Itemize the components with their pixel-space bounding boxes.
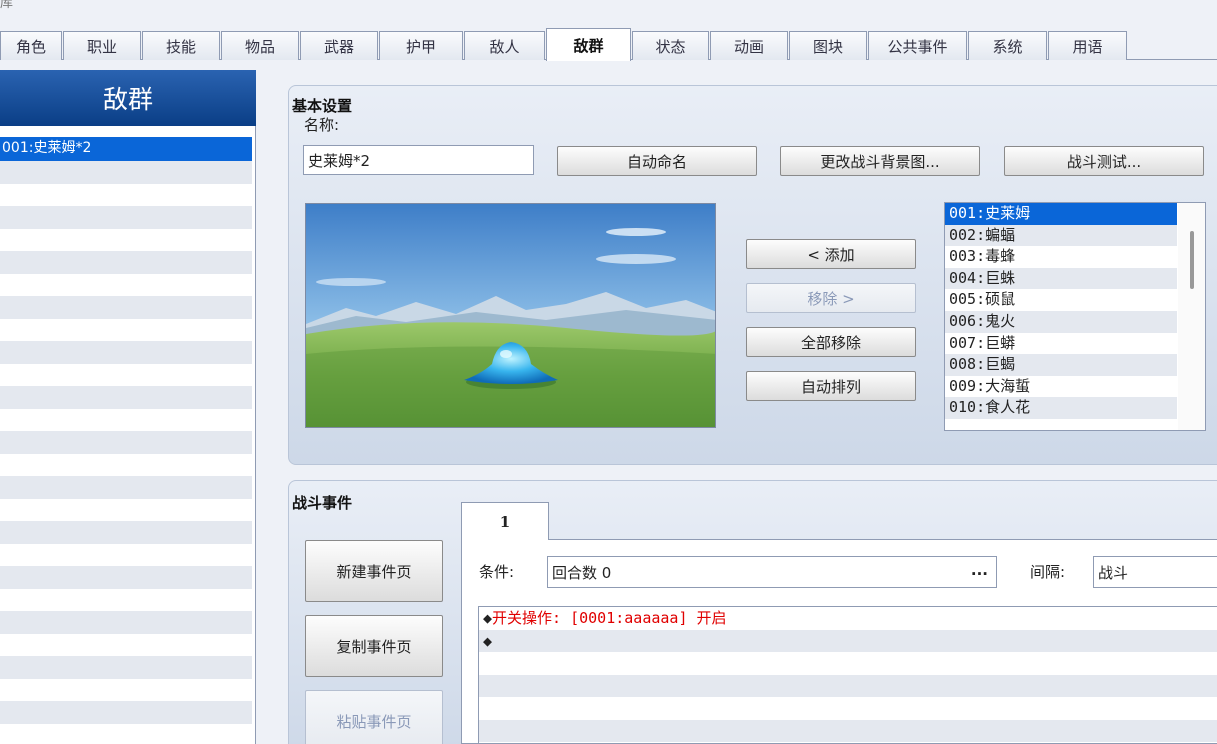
- troop-list-item[interactable]: [0, 408, 252, 431]
- span-select[interactable]: 战斗: [1093, 556, 1217, 588]
- event-command-row[interactable]: [479, 674, 1217, 697]
- troop-list-item[interactable]: [0, 723, 252, 744]
- troop-list-item[interactable]: 001:史莱姆*2: [0, 137, 252, 161]
- window-title: 库: [0, 0, 14, 11]
- event-command-row[interactable]: [479, 697, 1217, 720]
- troop-list-item[interactable]: [0, 566, 252, 589]
- enemy-list-item[interactable]: 007:巨蟒: [945, 332, 1177, 355]
- database-tabbar: 角色 职业 技能 物品 武器 护甲 敌人 敌群 状态 动画 图块 公共事件 系统 用语: [0, 28, 1217, 61]
- remove-enemy-button[interactable]: 移除 >: [746, 283, 916, 313]
- command-bullet: ◆: [483, 609, 493, 627]
- troop-list-item[interactable]: [0, 633, 252, 656]
- enemy-list-item[interactable]: 002:蝙蝠: [945, 224, 1177, 247]
- troop-list-item[interactable]: [0, 273, 252, 296]
- name-label: 名称:: [304, 116, 340, 134]
- troop-list-item[interactable]: [0, 476, 252, 499]
- troop-list-item[interactable]: [0, 318, 252, 341]
- troop-list-item[interactable]: [0, 701, 252, 724]
- copy-event-page-button[interactable]: 复制事件页: [305, 615, 443, 677]
- tab-13[interactable]: 用语: [1048, 31, 1127, 60]
- troop-list-panel: 敌群 001:史莱姆*2: [0, 70, 256, 744]
- enemy-list-item[interactable]: 003:毒蜂: [945, 246, 1177, 268]
- condition-more-button[interactable]: ...: [971, 561, 988, 579]
- troop-list-item[interactable]: [0, 678, 252, 701]
- tab-1[interactable]: 职业: [63, 31, 141, 60]
- troop-list-item[interactable]: [0, 386, 252, 409]
- troop-list-item[interactable]: [0, 521, 252, 544]
- battle-test-button[interactable]: 战斗测试...: [1004, 146, 1204, 176]
- condition-field[interactable]: 回合数 0 ...: [547, 556, 997, 588]
- tab-9[interactable]: 动画: [710, 31, 788, 60]
- enemy-list-scrollbar[interactable]: [1178, 203, 1205, 430]
- tab-0[interactable]: 角色: [0, 31, 62, 60]
- tab-2[interactable]: 技能: [142, 31, 220, 60]
- enemy-list-item[interactable]: 005:硕鼠: [945, 289, 1177, 311]
- auto-name-button[interactable]: 自动命名: [557, 146, 757, 176]
- troop-list-item[interactable]: [0, 161, 252, 184]
- troop-list-item[interactable]: [0, 363, 252, 386]
- troop-list-item[interactable]: [0, 251, 252, 274]
- remove-all-button[interactable]: 全部移除: [746, 327, 916, 357]
- tab-12[interactable]: 系统: [968, 31, 1047, 60]
- troop-list-item[interactable]: [0, 206, 252, 229]
- troop-list-item[interactable]: [0, 588, 252, 611]
- tab-11[interactable]: 公共事件: [868, 31, 967, 60]
- troop-list-item[interactable]: [0, 611, 252, 634]
- troop-list-item[interactable]: [0, 183, 252, 206]
- event-command-list[interactable]: ◆开关操作: [0001:aaaaaa] 开启 ◆: [478, 606, 1217, 744]
- new-event-page-button[interactable]: 新建事件页: [305, 540, 443, 602]
- enemy-list-item[interactable]: 010:食人花: [945, 397, 1177, 419]
- tab-3[interactable]: 物品: [221, 31, 299, 60]
- troop-list-item[interactable]: [0, 341, 252, 364]
- troop-list-item[interactable]: [0, 498, 252, 521]
- tab-5[interactable]: 护甲: [379, 31, 463, 60]
- event-command-row[interactable]: ◆: [479, 629, 1217, 652]
- troop-list-item[interactable]: [0, 296, 252, 319]
- add-enemy-button[interactable]: < 添加: [746, 239, 916, 269]
- command-bullet: ◆: [483, 631, 493, 650]
- event-command-row[interactable]: ◆开关操作: [0001:aaaaaa] 开启: [479, 607, 1217, 630]
- enemy-list-scroll-thumb[interactable]: [1190, 231, 1194, 289]
- troop-list-item[interactable]: [0, 228, 252, 251]
- tab-6[interactable]: 敌人: [464, 31, 545, 60]
- tab-4[interactable]: 武器: [300, 31, 378, 60]
- enemy-list-item[interactable]: 004:巨蛛: [945, 267, 1177, 290]
- event-page-tab-1[interactable]: 1: [461, 502, 549, 540]
- change-battleback-button[interactable]: 更改战斗背景图...: [780, 146, 980, 176]
- troop-list-item[interactable]: [0, 543, 252, 566]
- troop-list-item[interactable]: [0, 431, 252, 454]
- battle-preview[interactable]: [305, 203, 716, 428]
- basic-settings-title: 基本设置: [292, 97, 353, 115]
- span-label: 间隔:: [1030, 563, 1066, 581]
- battle-background-image: [306, 204, 715, 427]
- auto-arrange-button[interactable]: 自动排列: [746, 371, 916, 401]
- tab-8[interactable]: 状态: [632, 31, 709, 60]
- troop-list-item[interactable]: [0, 453, 252, 476]
- troop-list-header: 敌群: [0, 70, 256, 126]
- battle-event-title: 战斗事件: [292, 494, 353, 512]
- tab-7[interactable]: 敌群: [546, 28, 631, 61]
- condition-value: 回合数 0: [552, 563, 612, 582]
- enemy-list[interactable]: 001:史莱姆 002:蝙蝠 003:毒蜂 004:巨蛛 005:硕鼠 006:鬼火 007…: [944, 202, 1206, 431]
- enemy-list-item[interactable]: 001:史莱姆: [945, 203, 1177, 225]
- enemy-list-item[interactable]: 006:鬼火: [945, 310, 1177, 333]
- paste-event-page-button[interactable]: 粘贴事件页: [305, 690, 443, 744]
- command-text: 开关操作: [0001:aaaaaa] 开启: [492, 609, 727, 627]
- tab-10[interactable]: 图块: [789, 31, 867, 60]
- troop-name-input[interactable]: 史莱姆*2: [303, 145, 534, 175]
- enemy-list-item[interactable]: 008:巨蝎: [945, 354, 1177, 376]
- condition-label: 条件:: [479, 563, 515, 581]
- enemy-list-item[interactable]: 009:大海蜇: [945, 375, 1177, 398]
- event-command-row[interactable]: [479, 719, 1217, 742]
- troop-list[interactable]: 001:史莱姆*2: [0, 137, 252, 744]
- troop-list-item[interactable]: [0, 656, 252, 679]
- event-command-row[interactable]: [479, 652, 1217, 675]
